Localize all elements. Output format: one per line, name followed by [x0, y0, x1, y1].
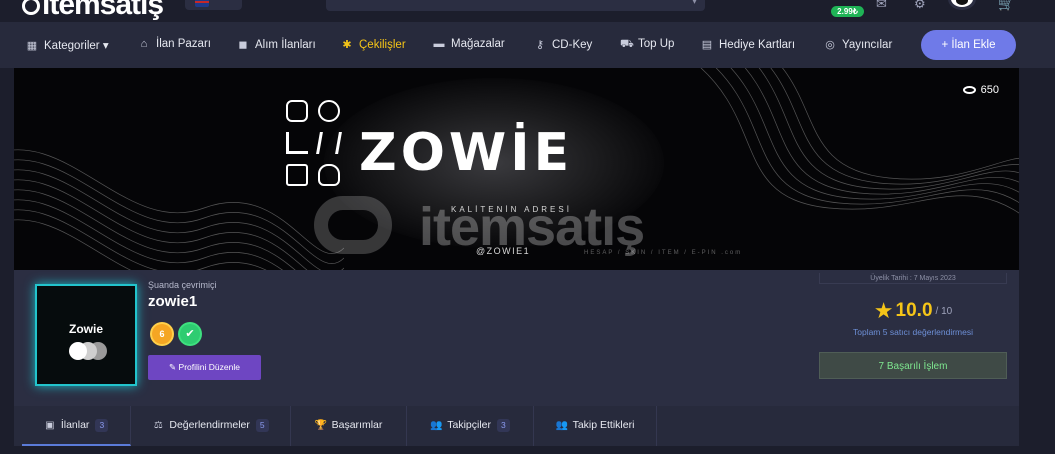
rating-score: 10.0	[895, 300, 933, 321]
verified-badge-icon: ✔	[180, 324, 200, 344]
tab-takip-ettikleri[interactable]: 👥 Takip Ettikleri	[534, 406, 657, 446]
messages-icon[interactable]: ✉	[876, 0, 887, 12]
nav-cd-key[interactable]: ⚷ CD-Key	[534, 38, 592, 51]
view-count: 650	[962, 84, 999, 96]
edit-profile-label: Profilini Düzenle	[178, 362, 240, 372]
profile-banner: itemsatış HESAP / SKIN / ITEM / E-PIN .c…	[14, 68, 1019, 271]
scale-icon: ⚖	[153, 420, 163, 431]
member-since: Üyelik Tarihi : 7 Mayıs 2023	[819, 273, 1007, 284]
rating-max: / 10	[935, 305, 953, 317]
nav-yayincilar[interactable]: ◎ Yayıncılar	[824, 38, 892, 51]
instagram-icon	[286, 100, 308, 122]
chevron-down-icon: ▾	[102, 40, 109, 52]
nav-label: Mağazalar	[451, 38, 505, 50]
bag-icon: ◼	[238, 39, 248, 51]
star-icon: ★	[873, 298, 894, 323]
pubg-mobile-icon	[286, 164, 308, 186]
search-input[interactable]: ▾	[326, 0, 705, 11]
boxes-icon: ▣	[45, 420, 55, 431]
tab-label: Değerlendirmeler	[169, 419, 250, 431]
wallet-balance[interactable]: 2.99₺	[831, 6, 864, 17]
nav-label: Hediye Kartları	[719, 39, 796, 51]
tab-basarimlar[interactable]: 🏆 Başarımlar	[291, 406, 407, 446]
nav-cekilisler[interactable]: ✱ Çekilişler	[341, 38, 406, 51]
tab-count: 3	[95, 419, 109, 432]
add-listing-button[interactable]: + İlan Ekle	[921, 30, 1016, 60]
nav-magazalar[interactable]: ▬ Mağazalar	[433, 38, 505, 50]
nav-ilan-pazari[interactable]: ⌂ İlan Pazarı	[138, 38, 211, 50]
profile-card: Zowie Şuanda çevrimiçi zowie1 6 ✔ ✎ Prof…	[14, 270, 1019, 406]
nav-label: Kategoriler	[44, 40, 100, 52]
tab-count: 5	[255, 419, 269, 432]
nav-label: CD-Key	[552, 39, 593, 51]
avatar-circle	[69, 342, 87, 360]
gamepad-icon: ◎	[825, 39, 835, 51]
tab-label: Başarımlar	[331, 419, 383, 431]
language-selector[interactable]	[185, 0, 242, 10]
successful-transactions: 7 Başarılı İşlem	[819, 352, 1007, 379]
tab-ilanlar[interactable]: ▣ İlanlar 3	[22, 406, 131, 446]
banner-tagline: KALİTENİN ADRESİ	[451, 205, 572, 214]
waves-right-decoration	[700, 68, 1019, 214]
nav-label: Alım İlanları	[255, 39, 316, 51]
cart-icon[interactable]: 🛒	[998, 0, 1014, 12]
banner-handle: @ZOWIE1	[476, 246, 531, 256]
username: zowie1	[148, 293, 198, 310]
users-icon: 👥	[430, 420, 443, 431]
cart-icon: ⛟	[620, 38, 634, 50]
store-icon: ▬	[433, 38, 445, 50]
valorant-icon	[316, 132, 342, 154]
trophy-icon: 🏆	[314, 420, 328, 431]
seller-rating: ★ 10.0/ 10	[819, 298, 1007, 324]
profile-picture: Zowie	[35, 284, 137, 386]
tab-count: 3	[497, 419, 510, 432]
basket-icon: ⌂	[140, 38, 148, 50]
nav-label: İlan Pazarı	[156, 38, 211, 50]
steam-icon	[318, 100, 340, 122]
chevron-down-icon: ▾	[691, 0, 697, 7]
watermark-subtext: HESAP / SKIN / ITEM / E-PIN .com	[584, 250, 743, 256]
main-nav: ▦ Kategoriler ▾ ⌂ İlan Pazarı ◼ Alım İlanla…	[0, 22, 1055, 68]
top-header: itemsatış ▾ 2.99₺ ✉ ⚙ 🛒	[0, 0, 1055, 22]
nav-alim-ilanlari[interactable]: ◼ Alım İlanları	[237, 38, 316, 51]
tab-degerlendirmeler[interactable]: ⚖ Değerlendirmeler 5	[131, 406, 291, 446]
tab-label: İlanlar	[60, 419, 90, 431]
nav-hediye-kartlari[interactable]: ▤ Hediye Kartları	[701, 38, 795, 51]
nav-kategoriler[interactable]: ▦ Kategoriler ▾	[26, 38, 109, 52]
site-logo[interactable]: itemsatış	[22, 0, 164, 22]
nav-label: Top Up	[638, 38, 675, 50]
rating-summary[interactable]: Toplam 5 satıcı değerlendirmesi	[819, 327, 1007, 337]
online-status: Şuanda çevrimiçi	[148, 280, 217, 290]
gift-card-icon: ▤	[701, 39, 713, 51]
profile-tabs: ▣ İlanlar 3 ⚖ Değerlendirmeler 5 🏆 Başarımlar…	[14, 406, 1019, 446]
uk-flag-icon	[195, 0, 209, 7]
nav-top-up[interactable]: ⛟ Top Up	[620, 38, 674, 52]
nav-label: Yayıncılar	[842, 39, 893, 51]
logo-text: itemsatış	[42, 0, 164, 21]
discord-icon	[318, 164, 340, 186]
social-icons	[284, 100, 348, 190]
logo-ring-icon	[22, 0, 40, 16]
banner-title: ZOWİE	[359, 123, 574, 183]
view-count-value: 650	[980, 84, 999, 96]
profile-picture-text: Zowie	[68, 322, 103, 336]
tab-label: Takip Ettikleri	[572, 419, 635, 431]
grid-icon: ▦	[26, 40, 38, 52]
level-badge: 6	[152, 324, 172, 344]
edit-profile-button[interactable]: ✎ Profilini Düzenle	[148, 355, 261, 380]
key-icon: ⚷	[535, 39, 545, 51]
tab-label: Takipçiler	[447, 419, 492, 431]
user-avatar[interactable]	[948, 0, 976, 10]
gift-icon: ✱	[342, 39, 352, 51]
watermark-logo-icon	[314, 196, 392, 254]
users-icon: 👥	[555, 420, 569, 431]
notifications-icon[interactable]: ⚙	[914, 0, 926, 12]
eye-icon	[962, 86, 976, 95]
league-of-legends-icon	[286, 132, 308, 154]
nav-label: Çekilişler	[359, 39, 406, 51]
tab-takipciler[interactable]: 👥 Takipçiler 3	[407, 406, 534, 446]
